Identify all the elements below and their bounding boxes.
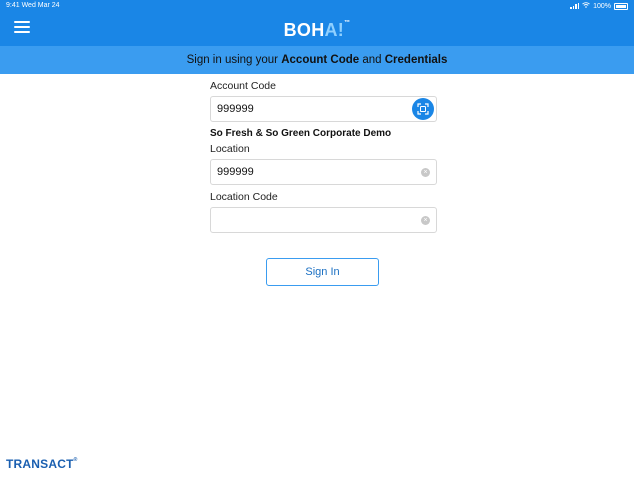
location-input[interactable]	[217, 160, 397, 184]
brand-mark: ®	[73, 457, 78, 463]
sign-in-banner: Sign in using your Account Code and Cred…	[0, 46, 634, 74]
logo-tm: ™	[344, 20, 351, 26]
company-name: So Fresh & So Green Corporate Demo	[210, 128, 392, 139]
signal-icon	[570, 3, 580, 9]
banner-middle: and	[359, 54, 385, 66]
banner-credentials: Credentials	[384, 54, 448, 66]
top-bar: 9:41 Wed Mar 24 100% BOHA!™	[0, 0, 634, 46]
brand-text: TRANSACT	[6, 457, 74, 471]
sign-in-button[interactable]: Sign In	[266, 258, 379, 286]
clear-location-icon[interactable]: ×	[421, 168, 430, 177]
status-indicators: 100%	[570, 2, 628, 10]
app-logo: BOHA!™	[0, 20, 634, 41]
transact-logo: TRANSACT®	[6, 457, 78, 471]
location-field[interactable]: ×	[210, 159, 437, 185]
scan-icon	[417, 103, 429, 115]
scan-code-button[interactable]	[412, 98, 434, 120]
account-code-label: Account Code	[210, 80, 276, 92]
banner-prefix: Sign in using your	[186, 54, 282, 66]
location-code-field[interactable]: ×	[210, 207, 437, 233]
logo-accent: A!	[324, 20, 345, 40]
location-code-label: Location Code	[210, 191, 278, 203]
location-code-input[interactable]	[217, 208, 397, 232]
banner-account-code: Account Code	[281, 54, 360, 66]
status-time: 9:41 Wed Mar 24	[6, 2, 60, 9]
account-code-field[interactable]	[210, 96, 437, 122]
battery-icon	[614, 2, 628, 10]
location-label: Location	[210, 143, 250, 155]
clear-location-code-icon[interactable]: ×	[421, 216, 430, 225]
account-code-input[interactable]	[217, 97, 397, 121]
battery-percent: 100%	[593, 2, 611, 10]
logo-main: BOH	[283, 20, 325, 40]
wifi-icon	[582, 2, 590, 10]
sign-in-form: Account Code So Fresh & So Green Corpora…	[210, 80, 437, 233]
